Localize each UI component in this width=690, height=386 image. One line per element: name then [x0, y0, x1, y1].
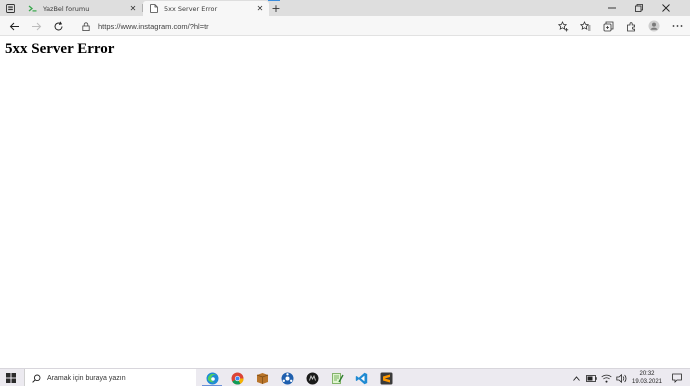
windows-start-icon[interactable]	[6, 373, 16, 383]
taskbar-search-box[interactable]: Aramak için buraya yazın	[24, 369, 196, 386]
restore-icon[interactable]	[626, 0, 652, 16]
close-tab-icon[interactable]: ✕	[255, 4, 265, 14]
sublime-icon[interactable]	[379, 371, 393, 385]
edge-icon[interactable]	[202, 371, 222, 386]
browser-toolbar: https://www.instagram.com/?hl=tr	[0, 16, 690, 36]
refresh-icon[interactable]	[51, 19, 65, 33]
tab-title: YazBel forumu	[43, 4, 90, 13]
close-window-icon[interactable]	[653, 0, 679, 16]
vscode-icon[interactable]	[354, 371, 368, 385]
back-arrow-icon[interactable]	[7, 19, 21, 33]
profile-avatar-icon[interactable]	[647, 19, 661, 33]
yazbel-terminal-icon	[28, 4, 37, 13]
archive-icon[interactable]	[255, 371, 269, 385]
lock-icon[interactable]	[81, 21, 91, 31]
new-tab-button[interactable]: +	[270, 2, 282, 14]
extensions-puzzle-icon[interactable]	[624, 19, 638, 33]
clock-date: 19.03.2021	[631, 379, 663, 385]
volume-icon[interactable]	[615, 373, 627, 383]
page-title: 5xx Server Error	[5, 41, 115, 57]
collections-icon[interactable]	[601, 19, 615, 33]
network-icon[interactable]	[280, 371, 294, 385]
tab-title: 5xx Server Error	[164, 4, 218, 13]
url-text[interactable]: https://www.instagram.com/?hl=tr	[98, 22, 209, 31]
dark-app-icon[interactable]	[305, 371, 319, 385]
page-content: 5xx Server Error	[0, 37, 690, 368]
close-tab-icon[interactable]: ✕	[128, 4, 138, 14]
document-icon	[149, 4, 158, 13]
search-icon	[31, 373, 41, 383]
chrome-icon[interactable]	[230, 371, 244, 385]
tab-actions-icon[interactable]	[5, 3, 15, 13]
notepad-icon[interactable]	[330, 371, 344, 385]
more-options-icon[interactable]	[670, 19, 684, 33]
wifi-icon[interactable]	[600, 373, 612, 383]
search-placeholder: Aramak için buraya yazın	[47, 374, 126, 382]
taskbar: Aramak için buraya yazın 20:32 19.03.202…	[0, 368, 690, 386]
tab-yazbel[interactable]: YazBel forumu ✕	[22, 1, 142, 16]
chevron-up-icon[interactable]	[572, 373, 581, 383]
tab-strip: YazBel forumu ✕ 5xx Server Error ✕ +	[0, 0, 690, 16]
forward-arrow-icon[interactable]	[29, 19, 43, 33]
tab-server-error[interactable]: 5xx Server Error ✕	[143, 1, 269, 16]
notification-center-icon[interactable]	[672, 373, 682, 383]
loading-indicator	[268, 0, 280, 1]
address-bar[interactable]: https://www.instagram.com/?hl=tr	[76, 18, 576, 34]
taskbar-clock[interactable]: 20:32 19.03.2021	[630, 370, 664, 386]
add-favorite-icon[interactable]	[556, 19, 570, 33]
minimize-icon[interactable]	[599, 0, 625, 16]
clock-time: 20:32	[639, 371, 655, 377]
battery-icon[interactable]	[585, 373, 597, 383]
favorites-icon[interactable]	[578, 19, 592, 33]
